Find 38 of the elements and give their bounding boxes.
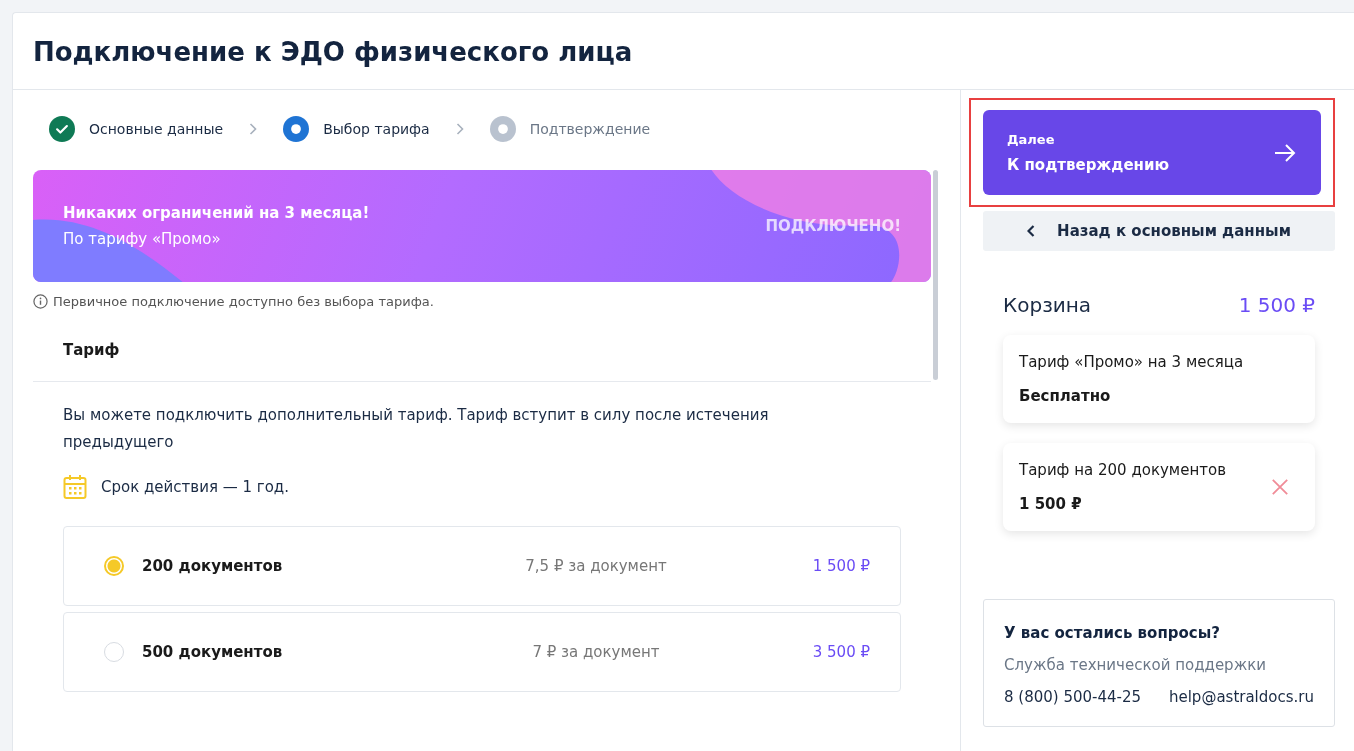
option-name: 200 документов [142,557,284,575]
step-label[interactable]: Выбор тарифа [323,121,430,137]
cart-title: Корзина [1003,293,1092,317]
option-price: 3 500 ₽ [811,643,870,661]
page-title: Подключение к ЭДО физического лица [13,13,1354,90]
unit-price: 7,5 ₽ за документ [524,557,668,575]
option-name: 500 документов [142,643,284,661]
support-subtitle: Служба технической поддержки [1004,656,1267,674]
cart-total: 1 500 ₽ [1238,293,1315,317]
tariff-description: Вы можете подключить дополнительный тариф. Тариф вступит в силу после истечения предыдущего [62,405,770,453]
tariff-option[interactable]: 500 документов 7 ₽ за документ 3 500 ₽ [63,612,901,692]
email-link[interactable]: help@astraldocs.ru [1168,688,1314,706]
unit-price: 7 ₽ за документ [531,643,661,661]
back-button[interactable]: Назад к основным данным [983,211,1335,251]
chevron-right-icon [249,123,258,135]
cart-item-price: Бесплатно [1019,387,1112,405]
section-heading: Тариф [33,309,931,382]
cart-item-price: 1 500 ₽ [1019,495,1083,513]
support-title: У вас остались вопросы? [1004,624,1221,642]
validity-text: Срок действия — 1 год. [101,478,289,496]
cart-item-name: Тариф на 200 документов [1019,461,1226,479]
tariff-option[interactable]: 200 документов 7,5 ₽ за документ 1 500 ₽ [63,526,901,606]
banner-title: Никаких ограничений на 3 месяца! [63,204,370,222]
step-label[interactable]: Основные данные [89,121,224,137]
scrollbar-thumb[interactable] [933,170,938,380]
info-note: Первичное подключение доступно без выбора тарифа. [53,294,434,309]
chevron-left-icon [1027,225,1036,237]
calendar-icon [63,474,87,500]
chevron-right-icon [455,123,464,135]
next-button[interactable]: Далее К подтверждению [983,110,1321,195]
close-icon[interactable] [1271,478,1289,496]
info-icon [33,294,48,309]
step-label[interactable]: Подтверждение [529,121,651,137]
option-price: 1 500 ₽ [811,557,870,575]
arrow-right-icon [1273,142,1297,163]
phone-link[interactable]: 8 (800) 500-44-25 [1004,688,1142,706]
cart-item-name: Тариф «Промо» на 3 месяца [1019,353,1244,371]
radio-button[interactable] [104,556,124,576]
